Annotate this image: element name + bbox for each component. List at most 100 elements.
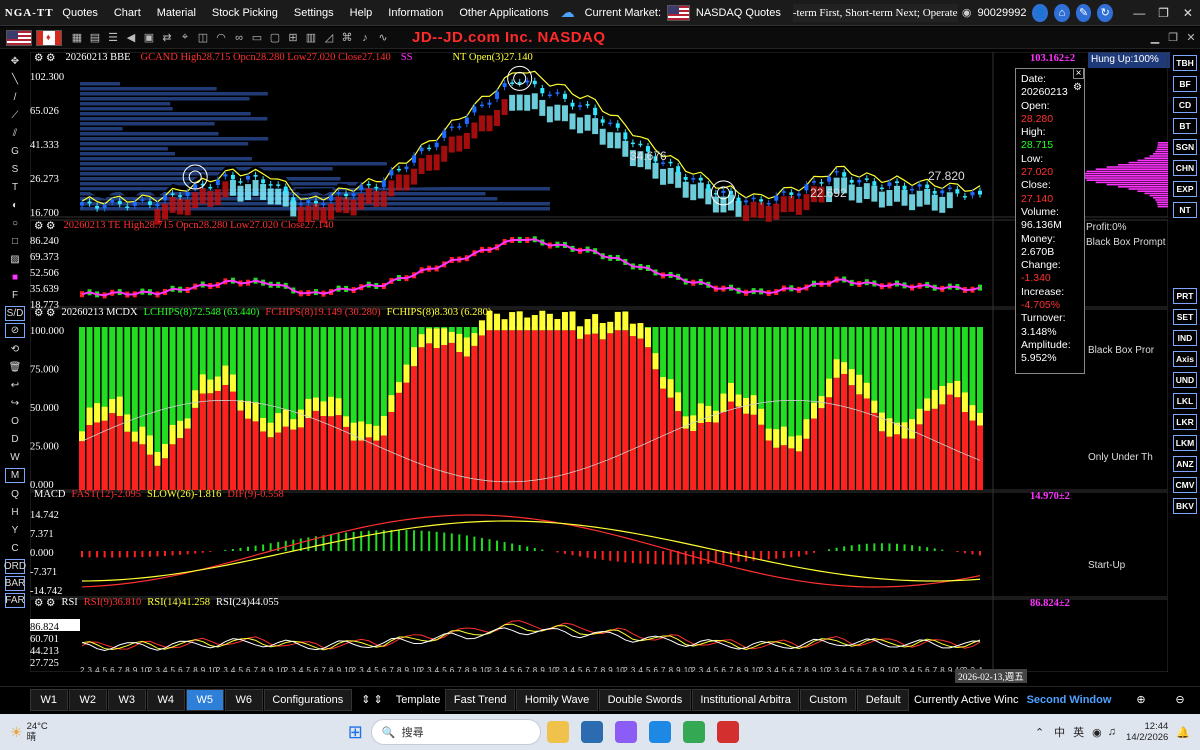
rsi-settings-icon[interactable]: ⚙ ⚙ (34, 597, 55, 609)
chart-icon[interactable]: ▤ (86, 31, 104, 44)
tab-w3[interactable]: W3 (107, 688, 146, 711)
drawing-tool-4[interactable]: ⫽ (0, 124, 30, 142)
zoom-out-icon[interactable]: ⊖ (1161, 689, 1199, 711)
drawing-tool-17[interactable]: 🗑 (0, 358, 30, 376)
drawing-tool-2[interactable]: / (0, 88, 30, 106)
grid-icon[interactable]: ▦ (68, 31, 86, 44)
account-number[interactable]: 90029992 (978, 7, 1027, 19)
menu-stock-picking[interactable]: Stock Picking (204, 7, 286, 19)
drawing-tool-28[interactable]: ORD (4, 559, 26, 574)
stats-icon[interactable]: ▥ (302, 31, 320, 44)
chrome-icon[interactable] (682, 721, 705, 743)
market-name[interactable]: NASDAQ Quotes (696, 7, 781, 19)
tab-w1[interactable]: W1 (29, 688, 68, 711)
file-explorer-icon[interactable] (546, 721, 569, 743)
code-icon[interactable]: ⌘ (338, 31, 356, 44)
pin-icon[interactable]: ⌖ (176, 31, 194, 44)
indicator-button-lkm[interactable]: LKM (1173, 435, 1197, 451)
tools-icon[interactable]: ✎ (1075, 3, 1092, 22)
tab-w6[interactable]: W6 (224, 688, 263, 711)
windows-start-icon[interactable]: ⊞ (348, 722, 363, 743)
drawing-tool-29[interactable]: BAR (5, 576, 25, 591)
wave-icon[interactable]: ∿ (374, 31, 392, 44)
drawing-tool-20[interactable]: O (0, 412, 30, 430)
network-icon[interactable]: ◉ (1092, 726, 1102, 739)
calendar-icon[interactable]: ▣ (140, 31, 158, 44)
drawing-tool-19[interactable]: ↪ (0, 394, 30, 412)
indicator-button-chn[interactable]: CHN (1173, 160, 1197, 176)
indicator-button-cmv[interactable]: CMV (1173, 477, 1197, 493)
drawing-tool-11[interactable]: ▨ (0, 250, 30, 268)
up-down-arrows-icon[interactable]: ⇕ ⇕ (353, 689, 391, 711)
back-icon[interactable]: ◀ (122, 31, 140, 44)
drawing-tool-13[interactable]: F (0, 286, 30, 304)
tab-template[interactable]: Template (392, 689, 444, 711)
drawing-tool-0[interactable]: ✥ (0, 52, 30, 70)
tab-w5[interactable]: W5 (185, 688, 224, 711)
drawing-tool-14[interactable]: S/D (5, 306, 25, 321)
menu-quotes[interactable]: Quotes (54, 7, 105, 19)
panel-close-button[interactable]: ✕ (1182, 31, 1200, 44)
minimize-button[interactable]: — (1127, 6, 1151, 20)
indicator-button-nt[interactable]: NT (1173, 202, 1197, 218)
indicator-button-bkv[interactable]: BKV (1173, 498, 1197, 514)
list-icon[interactable]: ☰ (104, 31, 122, 44)
indicator-button-tbh[interactable]: TBH (1173, 55, 1197, 71)
drawing-tool-26[interactable]: Y (0, 521, 30, 539)
menu-settings[interactable]: Settings (286, 7, 342, 19)
panel-minimize-button[interactable]: ▁ (1146, 31, 1164, 44)
edge-icon[interactable] (580, 721, 603, 743)
close-button[interactable]: ✕ (1176, 6, 1200, 20)
drawing-tool-18[interactable]: ↩ (0, 376, 30, 394)
tab-w2[interactable]: W2 (68, 688, 107, 711)
drawing-tool-15[interactable]: ⊘ (5, 323, 25, 338)
indicator-button-bt[interactable]: BT (1173, 118, 1197, 134)
drawing-tool-10[interactable]: □ (0, 232, 30, 250)
volume-icon[interactable]: ♫ (1108, 726, 1116, 738)
us-market-flag-icon[interactable] (6, 29, 32, 46)
taskbar-search[interactable]: 🔍 搜尋 (370, 719, 541, 745)
drawing-tool-9[interactable]: ○ (0, 214, 30, 232)
trading-app-icon[interactable] (716, 721, 739, 743)
drawing-tool-16[interactable]: ⟲ (0, 340, 30, 358)
indicator-button-ind[interactable]: IND (1173, 330, 1197, 346)
tab-fast-trend[interactable]: Fast Trend (445, 688, 516, 711)
notification-bell-icon[interactable]: 🔔 (1176, 726, 1190, 739)
drawing-tool-1[interactable]: ╲ (0, 70, 30, 88)
menu-help[interactable]: Help (342, 7, 381, 19)
indicator-button-bf[interactable]: BF (1173, 76, 1197, 92)
tab-configurations[interactable]: Configurations (263, 688, 352, 711)
link-icon[interactable]: ∞ (230, 32, 248, 44)
data-window-settings-icon[interactable]: ⚙ (1073, 82, 1082, 93)
menu-other-applications[interactable]: Other Applications (451, 7, 556, 19)
copilot-icon[interactable] (614, 721, 637, 743)
ime-english[interactable]: 英 (1073, 724, 1084, 740)
te-settings-icon[interactable]: ⚙ ⚙ (34, 220, 55, 232)
indicator-button-exp[interactable]: EXP (1173, 181, 1197, 197)
menu-information[interactable]: Information (380, 7, 451, 19)
drawing-tool-21[interactable]: D (0, 430, 30, 448)
menu-chart[interactable]: Chart (106, 7, 149, 19)
indicator-button-und[interactable]: UND (1173, 372, 1197, 388)
drawing-tool-27[interactable]: C (0, 539, 30, 557)
ime-chinese[interactable]: 中 (1054, 724, 1065, 740)
panel-settings-icon[interactable]: ⚙ ⚙ (34, 52, 55, 64)
grid2-icon[interactable]: ⊞ (284, 31, 302, 44)
indicator-button-anz[interactable]: ANZ (1173, 456, 1197, 472)
drawing-tool-5[interactable]: G (0, 142, 30, 160)
drawing-tool-23[interactable]: M (5, 468, 25, 483)
indicator-button-sgn[interactable]: SGN (1173, 139, 1197, 155)
zoom-in-icon[interactable]: ⊕ (1122, 689, 1160, 711)
user-icon[interactable]: 👤 (1032, 3, 1049, 22)
drawing-tool-22[interactable]: W (0, 448, 30, 466)
drawing-tool-25[interactable]: H (0, 503, 30, 521)
weather-icon[interactable]: ☀ (10, 724, 23, 741)
signal-icon[interactable]: ◿ (320, 31, 338, 44)
drawing-tool-6[interactable]: S (0, 160, 30, 178)
tab-w4[interactable]: W4 (146, 688, 185, 711)
tray-chevron-icon[interactable]: ⌃ (1035, 726, 1044, 739)
indicator-button-lkl[interactable]: LKL (1173, 393, 1197, 409)
refresh-icon[interactable]: ↻ (1097, 3, 1114, 22)
drawing-tool-12[interactable]: ■ (0, 268, 30, 286)
layout-icon[interactable]: ◫ (194, 31, 212, 44)
